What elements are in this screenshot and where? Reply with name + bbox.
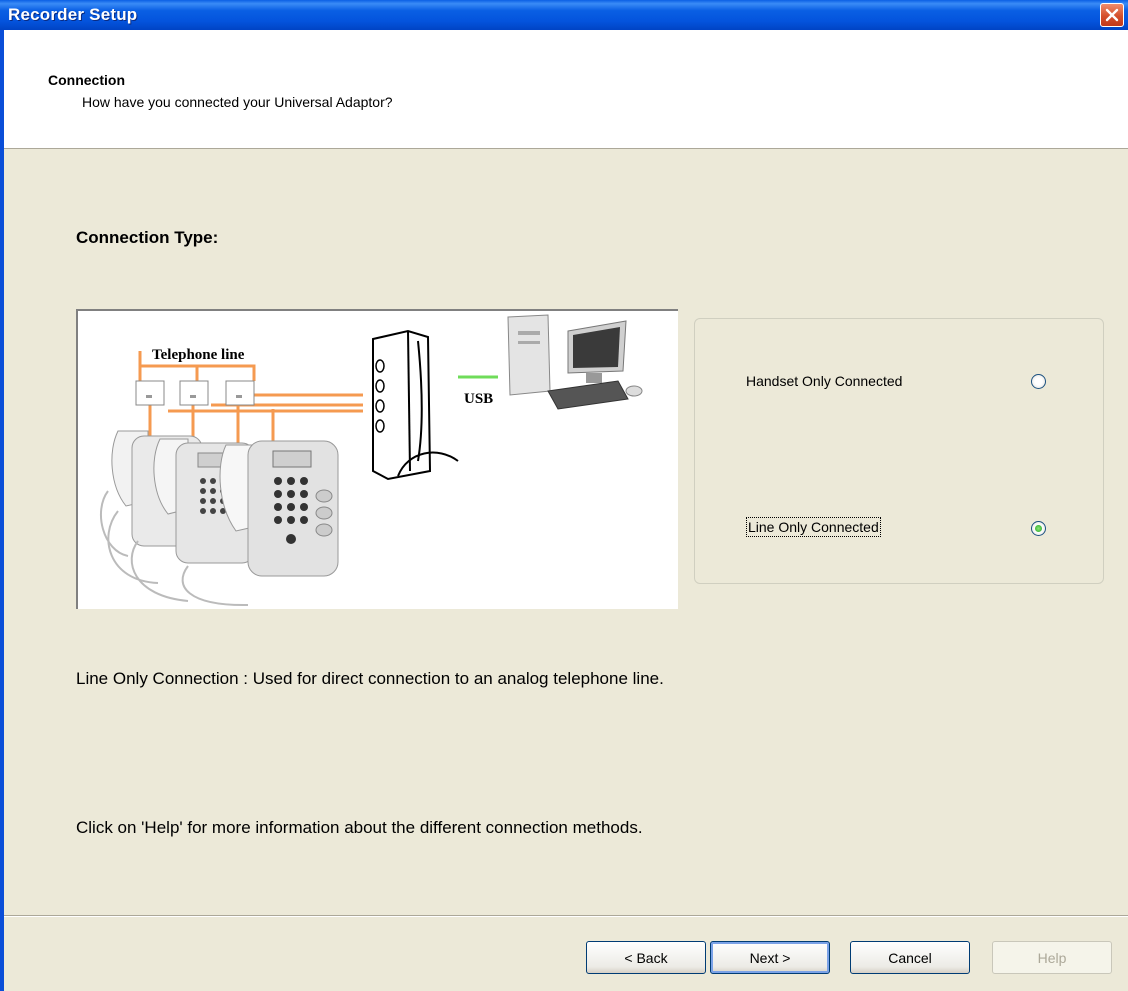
page-subtitle: How have you connected your Universal Ad… — [82, 94, 393, 110]
connection-diagram: Telephone line USB — [76, 309, 678, 609]
connection-description: Line Only Connection : Used for direct c… — [76, 669, 664, 688]
universal-adaptor-icon — [372, 329, 459, 481]
cancel-button[interactable]: Cancel — [850, 941, 970, 974]
line-only-radio[interactable] — [1031, 521, 1046, 536]
line-only-label[interactable]: Line Only Connected — [746, 517, 881, 537]
footer-divider — [4, 915, 1128, 917]
title-bar[interactable]: Recorder Setup — [0, 0, 1128, 31]
back-button[interactable]: < Back — [586, 941, 706, 974]
connection-options-group: Handset Only Connected Line Only Connect… — [694, 318, 1104, 584]
window-title: Recorder Setup — [8, 5, 138, 24]
window-border — [0, 30, 4, 991]
recorder-setup-dialog: Recorder Setup Connection How have you c… — [0, 0, 1128, 991]
wizard-header: Connection How have you connected your U… — [4, 30, 1128, 149]
next-button[interactable]: Next > — [710, 941, 830, 974]
close-button[interactable] — [1100, 3, 1124, 27]
connection-type-heading: Connection Type: — [76, 228, 219, 247]
help-hint: Click on 'Help' for more information abo… — [76, 818, 643, 837]
usb-label: USB — [464, 391, 493, 407]
computer-icon — [507, 314, 643, 410]
page-title: Connection — [48, 72, 125, 88]
connection-diagram-illustration: Telephone line USB — [99, 314, 643, 607]
close-icon — [1105, 8, 1119, 22]
telephone-line-label: Telephone line — [152, 347, 245, 363]
help-button[interactable]: Help — [992, 941, 1112, 974]
radio-dot-icon — [1035, 525, 1042, 532]
handset-only-radio[interactable] — [1031, 374, 1046, 389]
handset-only-label[interactable]: Handset Only Connected — [746, 373, 902, 389]
